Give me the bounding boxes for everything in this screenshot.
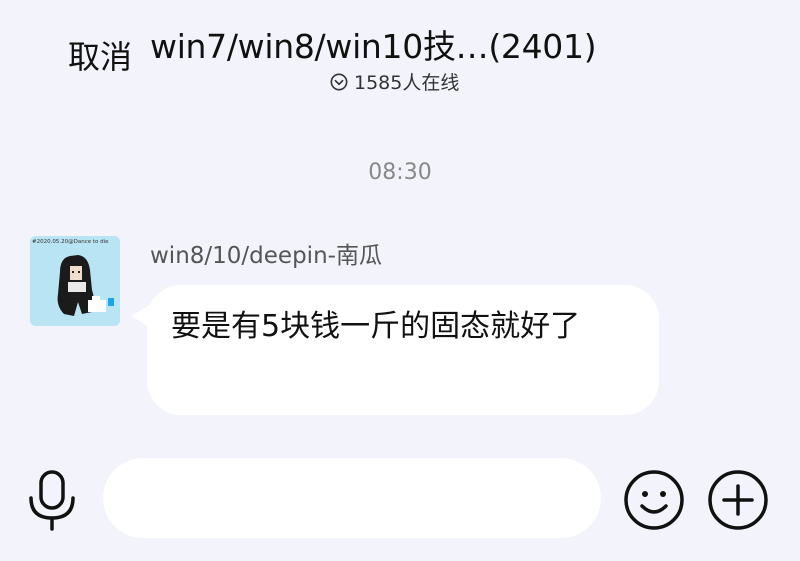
online-status[interactable]: 1585人在线 <box>330 68 459 95</box>
smiley-icon[interactable] <box>622 468 686 532</box>
online-count: 1585人在线 <box>354 72 460 94</box>
avatar-caption: #2020.05.20@Dance to die <box>32 239 109 245</box>
input-bar <box>0 450 800 561</box>
microphone-icon[interactable] <box>22 468 82 532</box>
message-timestamp: 08:30 <box>368 160 432 185</box>
message-input[interactable] <box>103 458 601 538</box>
chat-header: 取消 win7/win8/win10技…(2401) 1585人在线 <box>0 0 800 110</box>
message-bubble[interactable]: 要是有5块钱一斤的固态就好了 <box>147 285 659 415</box>
avatar-image: #2020.05.20@Dance to die <box>30 236 120 326</box>
plus-circle-icon[interactable] <box>706 468 770 532</box>
message-text: 要是有5块钱一斤的固态就好了 <box>171 309 581 344</box>
sender-name: win8/10/deepin-南瓜 <box>150 243 382 269</box>
avatar[interactable]: #2020.05.20@Dance to die <box>30 236 120 326</box>
cancel-button[interactable]: 取消 <box>68 32 132 78</box>
chevron-down-circle-icon <box>330 73 348 90</box>
group-title[interactable]: win7/win8/win10技…(2401) <box>150 20 597 68</box>
